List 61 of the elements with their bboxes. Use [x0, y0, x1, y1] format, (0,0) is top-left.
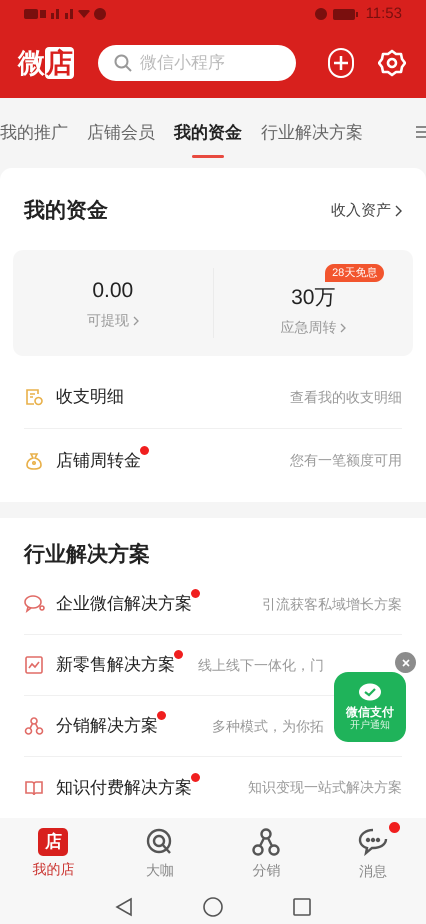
money-bag-icon: [24, 450, 44, 470]
chevron-icon: [340, 322, 346, 333]
row-hint: 多种模式，为你拓: [212, 716, 324, 736]
settings-icon: [378, 49, 406, 77]
stat-value: 0.00: [92, 278, 134, 302]
row-title[interactable]: 企业微信解决方案: [56, 594, 192, 614]
chevron-icon: [395, 205, 402, 217]
tab[interactable]: 店铺会员: [87, 103, 155, 163]
home-icon[interactable]: [203, 897, 223, 917]
tab[interactable]: 行业解决方案: [261, 103, 363, 163]
document-icon: [24, 387, 44, 407]
add-button[interactable]: [328, 48, 354, 78]
settings-button[interactable]: [378, 48, 406, 78]
floating-promo[interactable]: 微信支付 开户通知: [334, 672, 406, 742]
network-icon: [24, 716, 44, 736]
recents-icon[interactable]: [293, 898, 311, 916]
signal-icon: [64, 9, 74, 19]
row-hint: 引流获客私域增长方案: [262, 594, 402, 614]
row-title[interactable]: 分销解决方案: [56, 716, 158, 736]
search-icon: [114, 54, 132, 72]
wifi-icon: [78, 10, 90, 18]
stat-value: 30万: [291, 286, 336, 309]
chevron-icon: [132, 316, 139, 326]
row-title[interactable]: 店铺周转金: [56, 450, 141, 470]
stat-link[interactable]: 应急周转: [280, 317, 346, 338]
battery-icon: [332, 8, 358, 20]
chat-icon: [356, 826, 389, 858]
row-hint: 知识变现一站式解决方案: [248, 778, 402, 798]
nav-tab[interactable]: 大咖: [106, 827, 213, 881]
row-hint: 您有一笔额度可用: [290, 451, 402, 470]
section-title: 行业解决方案: [24, 542, 150, 568]
check-bubble-icon: [358, 682, 382, 702]
promo-badge: 28天免息: [325, 264, 384, 282]
row-title[interactable]: 新零售解决方案: [56, 655, 175, 674]
signal-icon: [50, 9, 60, 19]
status-time: 11:53: [366, 4, 402, 24]
nav-tab[interactable]: 分销: [213, 827, 320, 881]
tab[interactable]: 我的资金: [174, 103, 242, 163]
row-title[interactable]: 知识付费解决方案: [56, 778, 192, 797]
close-icon: [402, 658, 410, 666]
section-title: 我的资金: [24, 198, 108, 224]
chart-icon: [24, 655, 44, 676]
app-status-icon: [94, 8, 106, 20]
tab[interactable]: 我的推广: [0, 103, 68, 163]
menu-icon[interactable]: [416, 126, 426, 138]
nav-tab[interactable]: 店 我的店: [0, 828, 106, 880]
network-icon: [252, 827, 280, 857]
shop-icon: 店: [38, 828, 68, 856]
app-logo: 微店: [18, 46, 74, 81]
alarm-icon: [314, 8, 327, 20]
row-title[interactable]: 收支明细: [56, 387, 124, 406]
plus-icon: [334, 56, 348, 70]
row-hint: 线上线下一体化，门: [198, 656, 324, 675]
search-field[interactable]: 微信小程序: [98, 45, 296, 81]
back-icon[interactable]: [115, 897, 133, 917]
sim-icon: [24, 9, 46, 19]
row-hint: 查看我的收支明细: [290, 388, 402, 406]
chat-bubbles-icon: [24, 594, 46, 614]
stat-link[interactable]: 可提现: [86, 310, 139, 332]
income-assets-link[interactable]: 收入资产: [331, 200, 402, 222]
nav-tab[interactable]: 消息: [320, 826, 426, 882]
